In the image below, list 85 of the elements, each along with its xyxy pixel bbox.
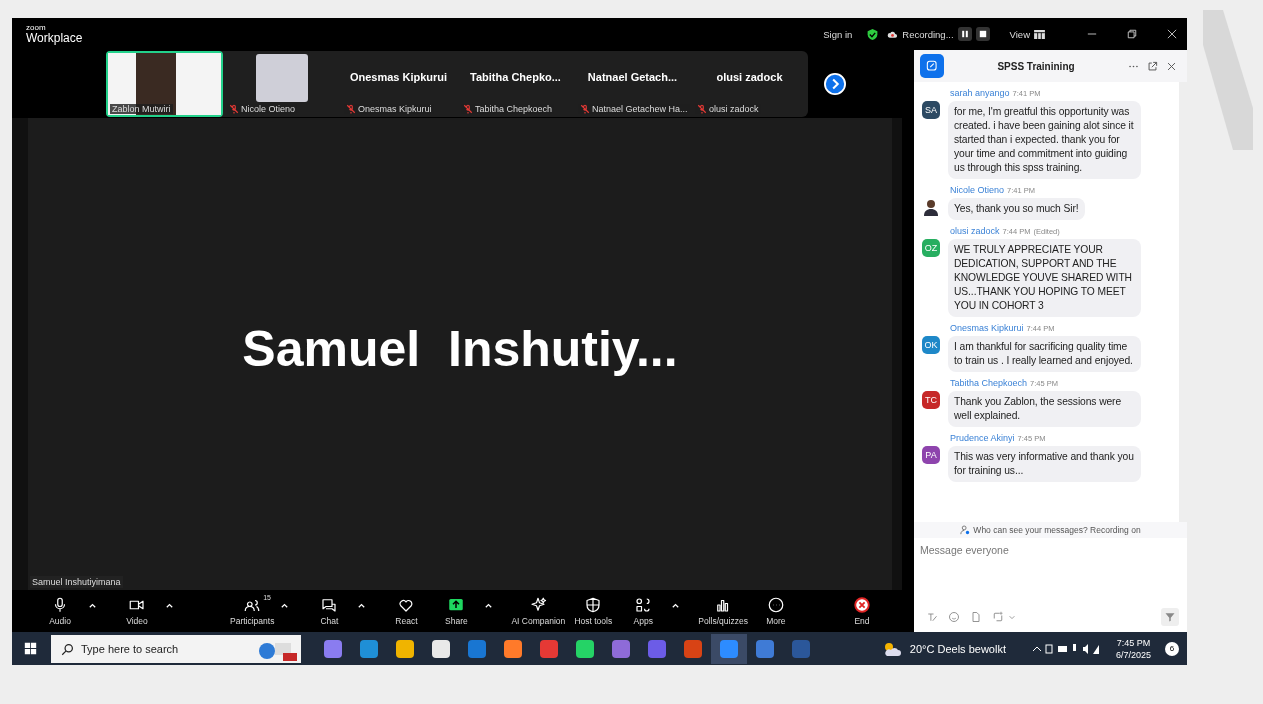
message-bubble: WE TRULY APPRECIATE YOUR DEDICATION, SUPPORT AND THE KNOWLEDGE YOUVE SHARED WITH US...THANK YOU HOPING TO MEET YOU IN COHORT 3 [948, 239, 1141, 317]
emoji-icon[interactable] [948, 611, 960, 623]
message-bubble: Thank you Zablon, the sessions were well explained. [948, 391, 1141, 427]
avatar: OZ [922, 239, 940, 257]
chat-title: SPSS Trainining [996, 60, 1076, 72]
send-icon [1164, 611, 1176, 623]
app-logo-small-text: zoom [26, 24, 47, 32]
avatar-silhouette [922, 198, 940, 216]
close-icon[interactable] [1166, 60, 1177, 72]
weather-text[interactable]: 20°C Deels bewolkt [909, 642, 1006, 655]
sender-name: Onesmas Kipkurui [950, 322, 1024, 335]
taskbar-search-field[interactable]: Type here to search [51, 634, 301, 663]
message-bubble: for me, I'm greatful this opportunity was created. i have been gaining alot since it started than i expected. thank you for your time and commitment into guiding us through this spss training. [948, 101, 1141, 179]
message-bubble: This was very informative and thank you for training us... [948, 446, 1141, 482]
next-page-button[interactable] [824, 73, 846, 95]
chevron-right-icon [824, 73, 846, 95]
grid-icon [1034, 29, 1045, 39]
close-icon[interactable] [1167, 29, 1177, 39]
compose-button[interactable] [920, 54, 944, 78]
pause-recording-button[interactable] [957, 27, 972, 41]
stop-recording-button[interactable] [975, 27, 990, 41]
toolbar-button[interactable]: Apps [621, 596, 666, 626]
photo-placeholder [255, 54, 308, 102]
recording-status: Recording... [902, 28, 954, 40]
participant-tile[interactable]: Nicole Otieno [223, 51, 340, 117]
more-icon [766, 596, 785, 614]
sign-in-button[interactable]: Sign in [823, 28, 853, 40]
shield-check-icon [866, 27, 880, 41]
toolbar-button[interactable]: Chat [307, 596, 352, 626]
send-button[interactable] [1161, 608, 1179, 626]
participant-tile[interactable]: olusi zadock olusi zadock [691, 51, 808, 117]
participant-name-title: olusi zadock [716, 71, 783, 83]
clock-time[interactable]: 7:45 PM [1116, 636, 1151, 649]
avatar: SA [922, 101, 940, 119]
participant-name-title: Natnael Getach... [587, 71, 678, 83]
windows-start-icon[interactable] [24, 642, 37, 655]
sender-name: Tabitha Chepkoech [950, 377, 1028, 390]
avatar: TC [922, 391, 940, 409]
toolbar-button[interactable]: Share [434, 596, 479, 626]
sender-name: olusi zadock [950, 225, 1000, 238]
sparkle-icon [529, 596, 548, 614]
shield-icon [584, 596, 603, 614]
toolbar-button[interactable]: Polls/quizzes [698, 596, 748, 626]
pause-icon [960, 30, 969, 38]
participant-name: Tabitha Chepkoech [475, 104, 553, 114]
sender-name: Prudence Akinyi [950, 432, 1015, 445]
close-circle-icon [853, 596, 871, 614]
apps-icon [634, 596, 653, 614]
end-button[interactable]: End [840, 596, 884, 626]
message-bubble: Yes, thank you so much Sir! [948, 198, 1085, 220]
participant-tile[interactable]: Natnael Getach... Natnael Getachew Ha... [574, 51, 691, 117]
chat-bubbles-icon [320, 596, 339, 614]
avatar: OK [922, 336, 940, 354]
sender-name: Nicole Otieno [950, 184, 1005, 197]
avatar: PA [922, 446, 940, 464]
toolbar-button[interactable]: AI Companion [511, 596, 566, 626]
speaker-name: Samuel Inshutiy... [242, 320, 678, 378]
pop-out-icon[interactable] [1147, 60, 1158, 72]
participant-tile[interactable]: Onesmas Kipkurui Onesmas Kipkurui [340, 51, 457, 117]
view-button[interactable]: View [1009, 28, 1045, 40]
toolbar-button[interactable]: Audio [38, 596, 82, 626]
app-logo-text: Workplace [26, 32, 83, 44]
toolbar-button[interactable]: Video [115, 596, 159, 626]
participant-tile[interactable]: Tabitha Chepko... Tabitha Chepkoech [457, 51, 574, 117]
toolbar-button[interactable]: More [753, 596, 798, 626]
participant-name: Onesmas Kipkurui [358, 104, 432, 114]
participant-name-title: Onesmas Kipkurui [349, 71, 448, 83]
stop-icon [978, 30, 987, 38]
participant-name: Natnael Getachew Ha... [592, 104, 688, 114]
participant-name-title: Tabitha Chepko... [470, 71, 561, 83]
participant-name: olusi zadock [709, 104, 759, 114]
participant-name: Zablon Mutwiri [112, 104, 171, 114]
speaker-name-label: Samuel Inshutiyimana [30, 576, 123, 588]
clock-date[interactable]: 6/7/2025 [1115, 648, 1151, 661]
file-icon[interactable] [970, 611, 982, 623]
message-bubble: I am thankful for sacrificing quality time to train us . I really learned and enjoyed. [948, 336, 1141, 372]
sender-name: sarah anyango [950, 87, 1010, 100]
participant-tile[interactable]: Zablon Mutwiri [106, 51, 223, 117]
edit-icon [925, 59, 939, 73]
toolbar-button[interactable]: React [384, 596, 429, 626]
participant-name: Nicole Otieno [241, 104, 296, 114]
notification-badge[interactable]: 6 [1165, 641, 1179, 656]
restore-icon[interactable] [1127, 29, 1137, 39]
person-icon [960, 525, 971, 535]
toolbar-button[interactable]: Host tools [571, 596, 616, 626]
